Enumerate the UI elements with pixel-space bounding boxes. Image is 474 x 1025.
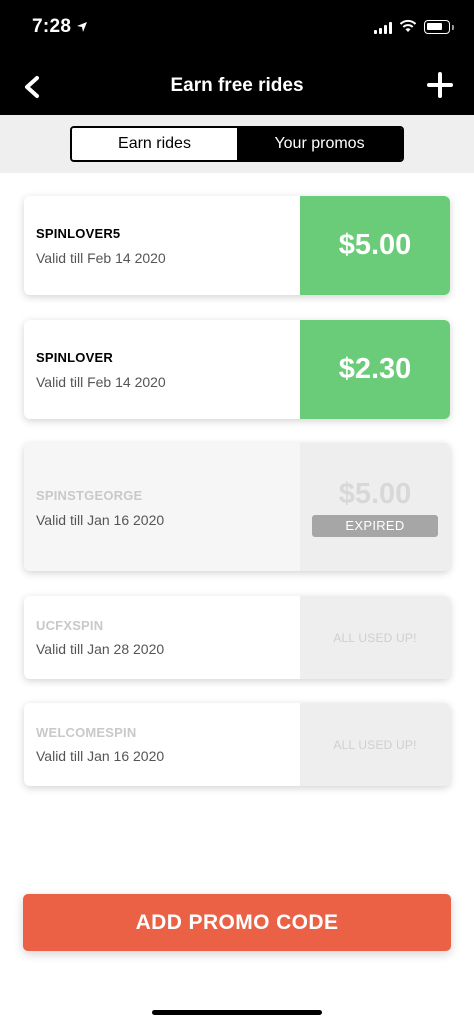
promo-code: SPINLOVER [36, 350, 113, 365]
plus-icon[interactable] [426, 71, 454, 99]
promo-card-used[interactable]: UCFXSPIN Valid till Jan 28 2020 ALL USED… [24, 596, 450, 679]
battery-tip [452, 25, 454, 30]
used-up-label: ALL USED UP! [333, 737, 417, 752]
promo-amount-box: $5.00 [300, 196, 450, 295]
promo-amount: $5.00 [338, 229, 412, 261]
page-title: Earn free rides [170, 75, 304, 96]
promo-amount-box: $2.30 [300, 320, 450, 419]
promo-valid-date: Valid till Jan 28 2020 [36, 641, 165, 657]
tab-your-promos[interactable]: Your promos [237, 128, 402, 160]
promo-code: SPINLOVER5 [36, 226, 121, 241]
battery-icon [424, 20, 450, 34]
promo-code: SPINSTGEORGE [36, 488, 143, 503]
promo-valid-date: Valid till Feb 14 2020 [36, 374, 166, 390]
promo-valid-date: Valid till Jan 16 2020 [36, 512, 165, 528]
promo-amount: $2.30 [338, 353, 412, 385]
promo-code: UCFXSPIN [36, 618, 104, 633]
promo-amount: $5.00 [338, 477, 412, 510]
tab-bar-container: Earn rides Your promos [0, 115, 474, 173]
promo-code: WELCOMESPIN [36, 725, 137, 740]
promo-amount-box: ALL USED UP! [300, 596, 450, 679]
used-up-label: ALL USED UP! [333, 630, 417, 645]
location-arrow-icon [77, 22, 87, 32]
add-promo-code-button[interactable]: ADD PROMO CODE [23, 894, 451, 951]
promo-card-body [24, 443, 300, 571]
tab-earn-rides[interactable]: Earn rides [72, 128, 237, 160]
promo-valid-date: Valid till Feb 14 2020 [36, 250, 166, 266]
home-indicator[interactable] [152, 1010, 322, 1015]
promo-card[interactable]: SPINLOVER Valid till Feb 14 2020 $2.30 [24, 320, 450, 419]
promo-card-used[interactable]: WELCOMESPIN Valid till Jan 16 2020 ALL U… [24, 703, 450, 786]
cellular-signal-icon [374, 22, 394, 34]
status-time: 7:28 [32, 16, 72, 37]
promo-card-expired[interactable]: SPINSTGEORGE Valid till Jan 16 2020 $5.0… [24, 443, 450, 571]
promo-card[interactable]: SPINLOVER5 Valid till Feb 14 2020 $5.00 [24, 196, 450, 295]
promo-valid-date: Valid till Jan 16 2020 [36, 748, 165, 764]
segmented-tabs: Earn rides Your promos [70, 126, 404, 162]
wifi-icon [399, 19, 417, 32]
promo-amount-box: ALL USED UP! [300, 703, 450, 786]
promo-amount-box: $5.00 EXPIRED [300, 443, 450, 571]
expired-badge: EXPIRED [312, 514, 438, 537]
header-bar: 7:28 Earn free rides [0, 0, 474, 115]
